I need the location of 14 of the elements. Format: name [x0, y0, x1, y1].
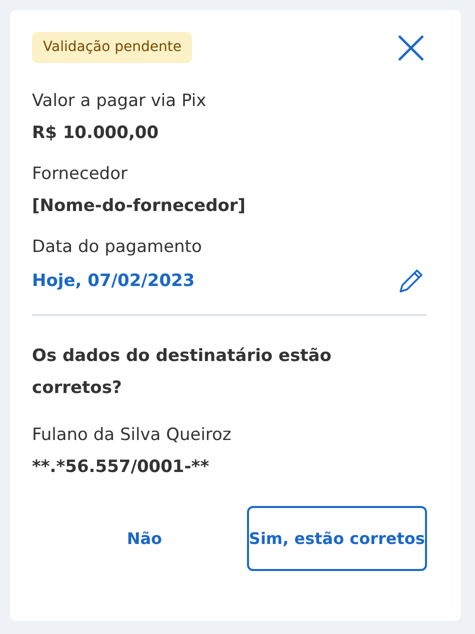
- field-value: Hoje, 07/02/2023: [32, 270, 195, 293]
- confirmation-question: Os dados do destinatário estão corretos?: [32, 345, 332, 400]
- confirm-button[interactable]: Sim, estão corretos: [246, 506, 427, 571]
- close-icon[interactable]: [397, 34, 425, 62]
- recipient-document: **.*56.557/0001-**: [32, 456, 210, 479]
- field-value: R$ 10.000,00: [32, 122, 159, 145]
- recipient-name: Fulano da Silva Queiroz: [32, 424, 232, 447]
- field-label: Data do pagamento: [32, 236, 202, 259]
- field-label: Valor a pagar via Pix: [32, 90, 206, 113]
- edit-icon[interactable]: [397, 267, 425, 295]
- reject-button[interactable]: Não: [42, 506, 247, 571]
- status-badge: Validação pendente: [32, 32, 192, 63]
- field-value: [Nome-do-fornecedor]: [32, 195, 246, 218]
- field-label: Fornecedor: [32, 163, 128, 186]
